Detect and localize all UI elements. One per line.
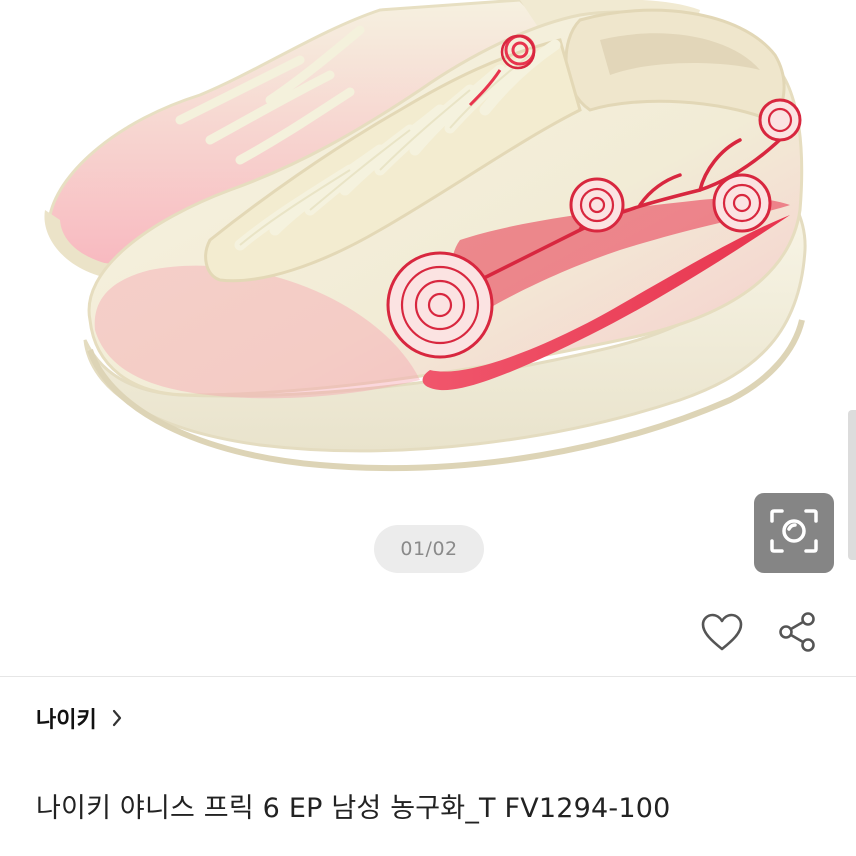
product-image [44,0,807,472]
lens-search-button[interactable] [754,493,834,573]
product-title: 나이키 야니스 프릭 6 EP 남성 농구화_T FV1294-100 [36,793,671,824]
section-divider [0,676,856,677]
share-button[interactable] [773,610,821,658]
scrollbar-thumb[interactable] [848,410,856,560]
brand-name: 나이키 [36,708,97,733]
favorite-button[interactable] [698,610,746,658]
chevron-right-icon [111,708,125,728]
lens-search-icon [769,508,819,558]
brand-link[interactable]: 나이키 [36,698,125,738]
product-image-gallery[interactable]: 01/02 [0,0,856,600]
share-icon [776,610,818,658]
heart-icon [700,612,744,656]
image-page-indicator: 01/02 [374,525,484,573]
